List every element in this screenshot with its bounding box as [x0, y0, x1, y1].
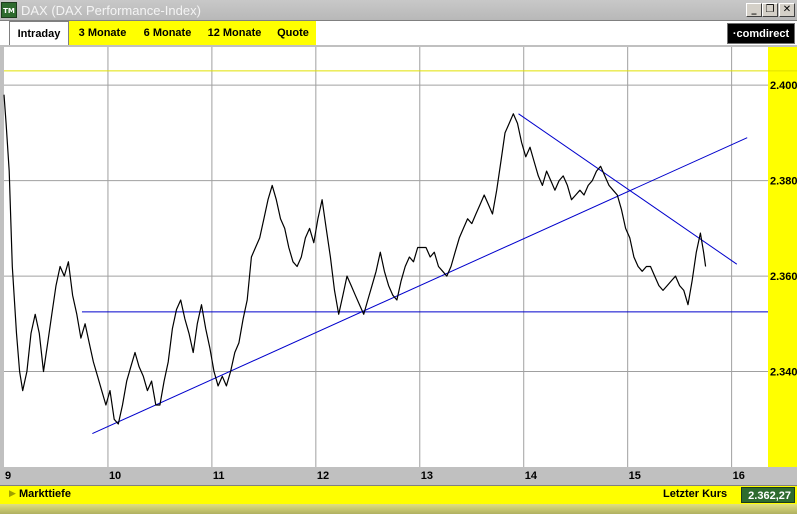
- last-price-label: Letzter Kurs: [663, 488, 728, 500]
- x-tick-label: 14: [525, 470, 538, 482]
- status-bar: ▶ Markttiefe Letzter Kurs 2.362,27: [0, 485, 797, 504]
- bottom-strip: [0, 504, 797, 514]
- app-icon: TM: [1, 2, 17, 18]
- tab-bar: Intraday 3 Monate 6 Monate 12 Monate Quo…: [0, 21, 797, 45]
- x-tick-label: 11: [213, 470, 225, 482]
- x-tick-label: 9: [5, 470, 11, 482]
- tab-12-monate[interactable]: 12 Monate: [199, 21, 270, 45]
- minimize-button[interactable]: _: [746, 3, 762, 17]
- y-axis-panel: [768, 47, 797, 467]
- tab-intraday[interactable]: Intraday: [9, 21, 69, 45]
- brand-logo: ·comdirect: [727, 23, 795, 44]
- y-tick-label: 2.340: [770, 367, 797, 379]
- close-button[interactable]: ✕: [779, 3, 795, 17]
- restore-button[interactable]: ❐: [762, 3, 778, 17]
- y-tick-label: 2.360: [770, 271, 797, 283]
- y-tick-label: 2.400: [770, 80, 797, 92]
- tab-quote[interactable]: Quote: [270, 21, 316, 45]
- tab-3-monate[interactable]: 3 Monate: [69, 21, 136, 45]
- x-tick-label: 13: [421, 470, 433, 482]
- last-price-value: 2.362,27: [741, 487, 795, 503]
- plot-area: [4, 47, 768, 467]
- x-tick-label: 15: [629, 470, 641, 482]
- x-tick-label: 16: [733, 470, 745, 482]
- x-tick-label: 12: [317, 470, 329, 482]
- x-tick-label: 10: [109, 470, 121, 482]
- expand-arrow-icon[interactable]: ▶: [9, 489, 16, 499]
- window-title: DAX (DAX Performance-Index): [21, 3, 201, 18]
- markttiefe-label[interactable]: Markttiefe: [19, 488, 71, 500]
- title-bar: TM DAX (DAX Performance-Index) _ ❐ ✕: [0, 0, 797, 21]
- price-chart: 2.340 2.360 2.380 2.400 9 10 11 12 13 14 15 16: [0, 45, 797, 485]
- tab-6-monate[interactable]: 6 Monate: [136, 21, 199, 45]
- chart-area: 2.340 2.360 2.380 2.400 9 10 11 12 13 14 15 16: [0, 45, 797, 485]
- y-tick-label: 2.380: [770, 176, 797, 188]
